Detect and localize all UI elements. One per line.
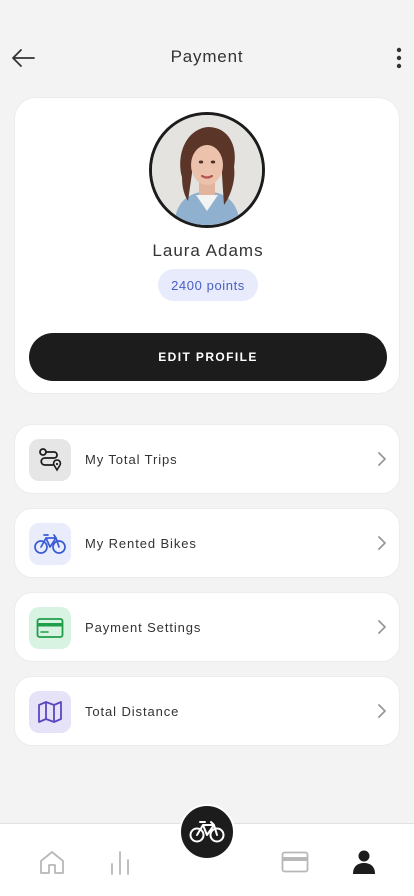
menu-item-rented-bikes[interactable]: My Rented Bikes [14, 508, 400, 578]
page-title: Payment [170, 47, 244, 66]
header: Payment [0, 0, 414, 100]
chevron-right-icon [378, 620, 386, 634]
route-icon [39, 448, 62, 472]
menu-item-label: My Total Trips [85, 451, 178, 467]
tab-profile[interactable] [346, 844, 382, 880]
stats-icon [111, 851, 129, 875]
more-vertical-icon [396, 47, 402, 69]
menu-item-total-distance[interactable]: Total Distance [14, 676, 400, 746]
menu-item-total-trips[interactable]: My Total Trips [14, 424, 400, 494]
menu-item-label: Total Distance [85, 703, 180, 719]
chevron-right-icon [378, 536, 386, 550]
user-name: Laura Adams [152, 241, 264, 260]
chevron-right-icon [378, 704, 386, 718]
menu-icon-box [29, 523, 71, 565]
more-options-button[interactable] [392, 44, 406, 72]
center-rent-bike-button[interactable] [179, 804, 235, 860]
menu-icon-box [29, 607, 71, 649]
chevron-right-icon [378, 452, 386, 466]
avatar[interactable] [149, 112, 265, 228]
tab-stats[interactable] [102, 844, 138, 880]
avatar-portrait [152, 115, 262, 225]
tab-home[interactable] [34, 844, 70, 880]
points-badge: 2400 points [158, 269, 258, 301]
menu-icon-box [29, 691, 71, 733]
home-icon [40, 851, 64, 874]
bicycle-icon [189, 821, 225, 843]
user-icon [353, 850, 375, 874]
map-icon [38, 701, 62, 723]
credit-card-icon [36, 618, 64, 638]
tab-card[interactable] [277, 844, 313, 880]
menu-icon-box [29, 439, 71, 481]
bicycle-icon [34, 534, 66, 554]
profile-card: Laura Adams 2400 points EDIT PROFILE [14, 97, 400, 394]
menu-item-payment-settings[interactable]: Payment Settings [14, 592, 400, 662]
edit-profile-button[interactable]: EDIT PROFILE [29, 333, 387, 381]
menu-item-label: Payment Settings [85, 619, 202, 635]
card-icon [281, 851, 309, 873]
menu-item-label: My Rented Bikes [85, 535, 197, 551]
